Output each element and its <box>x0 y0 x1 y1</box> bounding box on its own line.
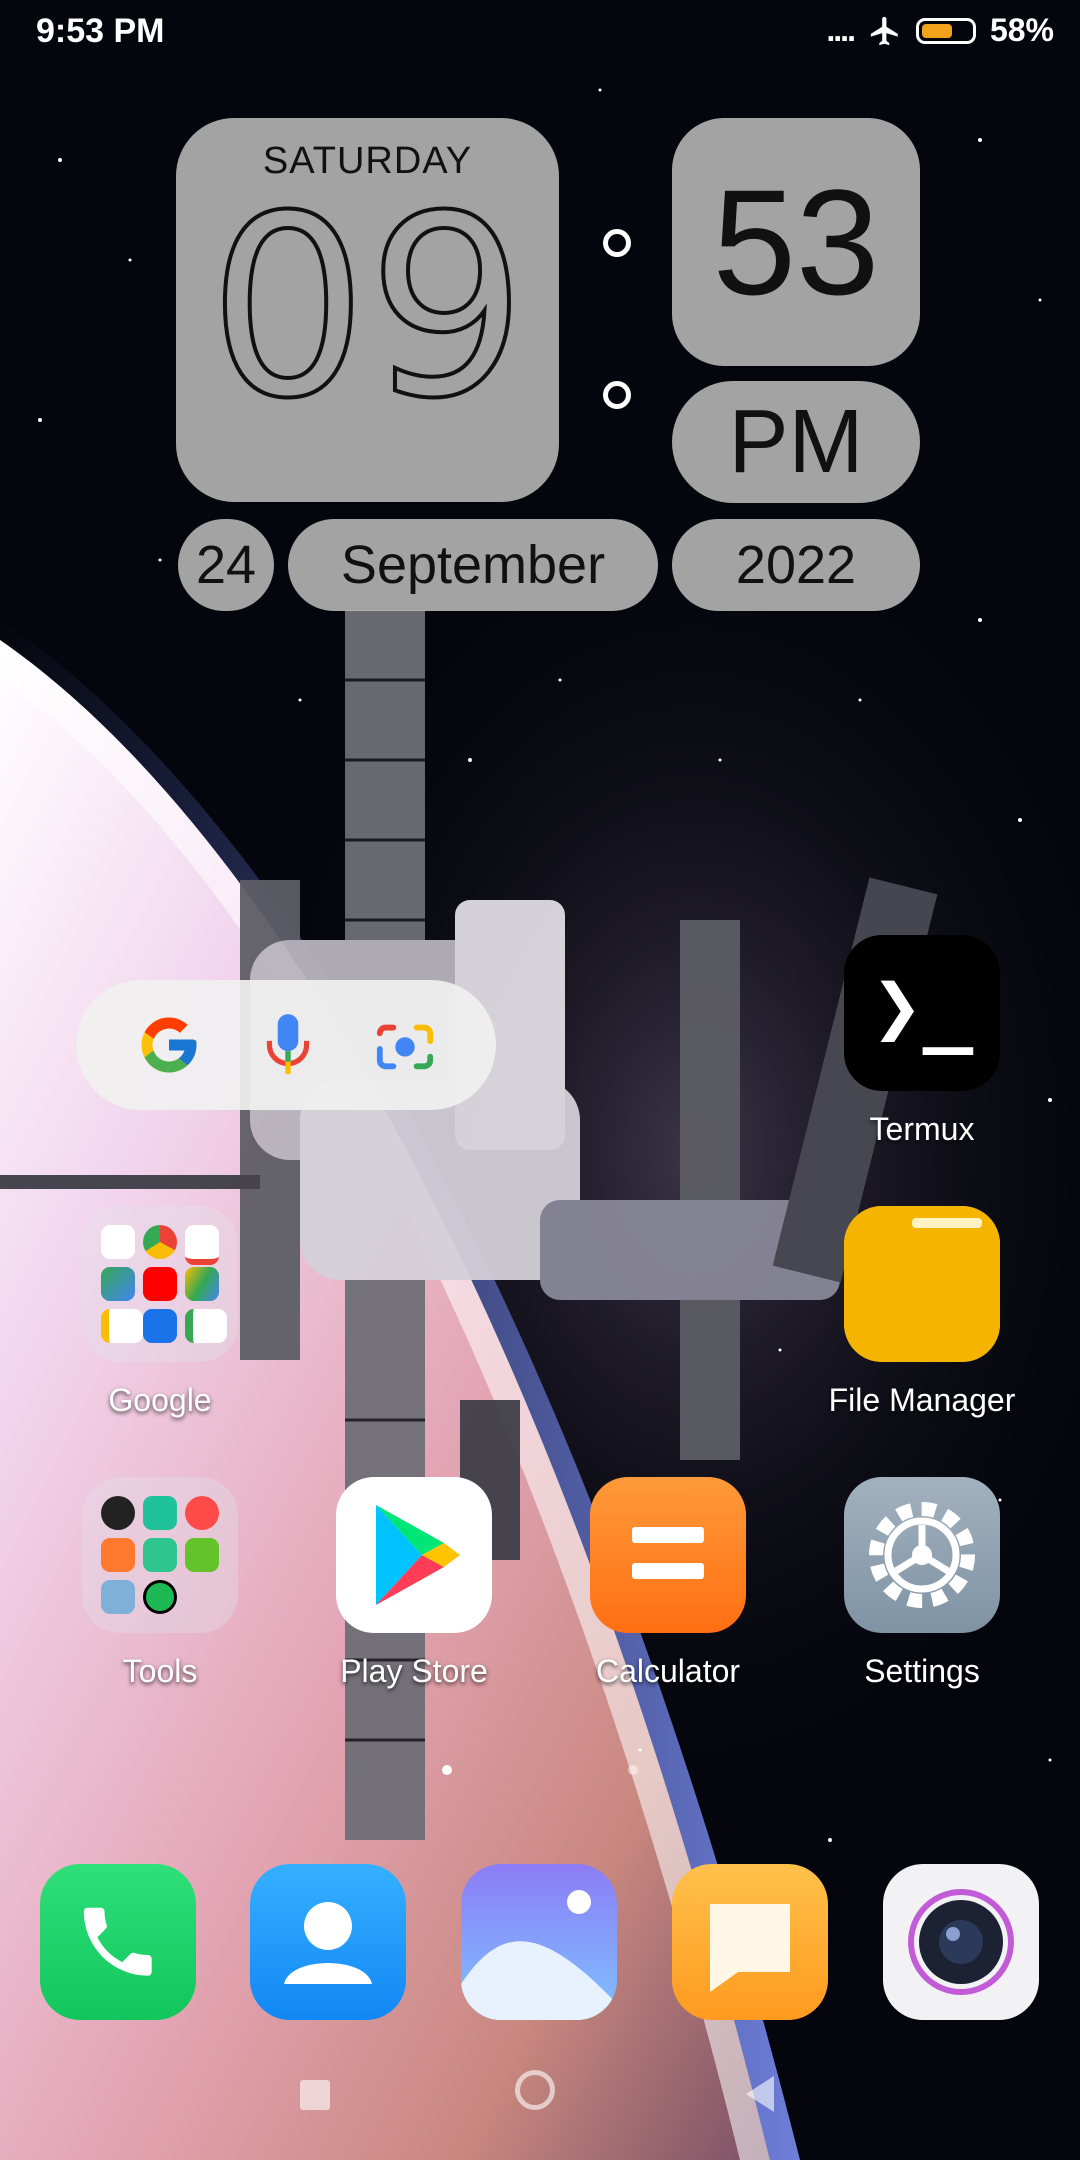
messages-icon[interactable] <box>672 1864 828 2020</box>
status-time: 9:53 PM <box>36 12 165 50</box>
downloads-icon <box>185 1538 219 1572</box>
clock-hour-tile[interactable]: SATURDAY 09 <box>176 118 559 502</box>
battery-percent: 58% <box>989 12 1054 48</box>
gallery-icon[interactable] <box>461 1864 617 2020</box>
calculator-app[interactable]: Calculator <box>558 1477 778 1690</box>
hour-display: 09 <box>206 162 528 453</box>
maps-icon <box>101 1267 135 1301</box>
tools-folder-label: Tools <box>122 1653 198 1689</box>
duo-icon <box>143 1309 177 1343</box>
clock-colon-dot-top <box>603 229 631 257</box>
minute-display: 53 <box>712 157 880 326</box>
clock-colon-dot-bottom <box>603 381 631 409</box>
status-bar: 9:53 PM .... 58% <box>0 0 1080 70</box>
google-g-icon[interactable] <box>136 1012 202 1078</box>
play-store-label: Play Store <box>340 1653 488 1689</box>
settings-label: Settings <box>864 1653 980 1689</box>
back-button[interactable] <box>740 2072 780 2116</box>
day-display: 24 <box>195 535 257 595</box>
microphone-icon[interactable] <box>263 1012 313 1078</box>
google-folder-label: Google <box>108 1382 212 1418</box>
chrome-icon <box>143 1225 177 1259</box>
calculator-icon[interactable] <box>590 1477 746 1633</box>
phone-icon[interactable] <box>40 1864 196 2020</box>
google-folder-icon[interactable] <box>82 1206 238 1362</box>
contacts-icon[interactable] <box>250 1864 406 2020</box>
clock-minute-tile[interactable]: 53 <box>672 118 920 366</box>
clock-ampm-tile[interactable]: PM <box>672 381 920 503</box>
battery-icon <box>915 17 976 44</box>
termux-app[interactable]: ❯_ Termux <box>812 935 1032 1148</box>
play-store-app[interactable]: Play Store <box>304 1477 524 1690</box>
file-manager-label: File Manager <box>828 1382 1016 1418</box>
navigation-bar <box>0 2060 1080 2130</box>
page-indicator-dot-1 <box>442 1765 452 1775</box>
termux-label: Termux <box>869 1111 975 1147</box>
tools-folder-icon[interactable] <box>82 1477 238 1633</box>
home-button[interactable] <box>515 2070 555 2110</box>
podcast-icon <box>143 1496 177 1530</box>
play-games-icon <box>185 1309 227 1343</box>
screen-recorder-icon <box>101 1538 135 1572</box>
google-folder[interactable]: Google <box>50 1206 270 1419</box>
termux-glyph: ❯_ <box>872 957 974 1055</box>
date-day-tile[interactable]: 24 <box>178 519 274 611</box>
scanner-icon <box>143 1538 177 1572</box>
play-triangle-icon <box>376 1505 460 1605</box>
notes-icon <box>101 1580 135 1614</box>
date-year-tile[interactable]: 2022 <box>672 519 920 611</box>
status-indicators: .... 58% <box>826 12 1054 49</box>
year-display: 2022 <box>735 535 857 595</box>
lens-camera-icon[interactable] <box>374 1014 436 1076</box>
file-manager-app[interactable]: File Manager <box>812 1206 1032 1419</box>
empty-slot <box>185 1580 219 1614</box>
gear-icon <box>869 1502 975 1608</box>
signal-dots: .... <box>826 12 856 48</box>
month-display: September <box>340 535 606 595</box>
play-movies-icon <box>101 1309 143 1343</box>
date-month-tile[interactable]: September <box>288 519 658 611</box>
tools-folder[interactable]: Tools <box>50 1477 270 1690</box>
google-search-widget[interactable] <box>76 980 496 1110</box>
gmail-icon <box>185 1225 219 1265</box>
spotify-icon <box>143 1580 177 1614</box>
page-indicator-dot-2 <box>628 1765 638 1775</box>
drive-icon <box>185 1267 219 1301</box>
youtube-icon <box>143 1267 177 1301</box>
google-app-icon <box>101 1225 135 1259</box>
ampm-display: PM <box>728 391 864 492</box>
calculator-label: Calculator <box>595 1653 741 1689</box>
recorder-icon <box>185 1496 219 1530</box>
settings-icon[interactable] <box>844 1477 1000 1633</box>
settings-app[interactable]: Settings <box>812 1477 1032 1690</box>
termux-icon[interactable]: ❯_ <box>844 935 1000 1091</box>
camera-icon[interactable] <box>883 1864 1039 2020</box>
recents-button[interactable] <box>300 2080 330 2110</box>
file-manager-icon[interactable] <box>844 1206 1000 1362</box>
airplane-icon <box>870 16 898 45</box>
clock-icon <box>101 1496 135 1530</box>
play-store-icon[interactable] <box>336 1477 492 1633</box>
